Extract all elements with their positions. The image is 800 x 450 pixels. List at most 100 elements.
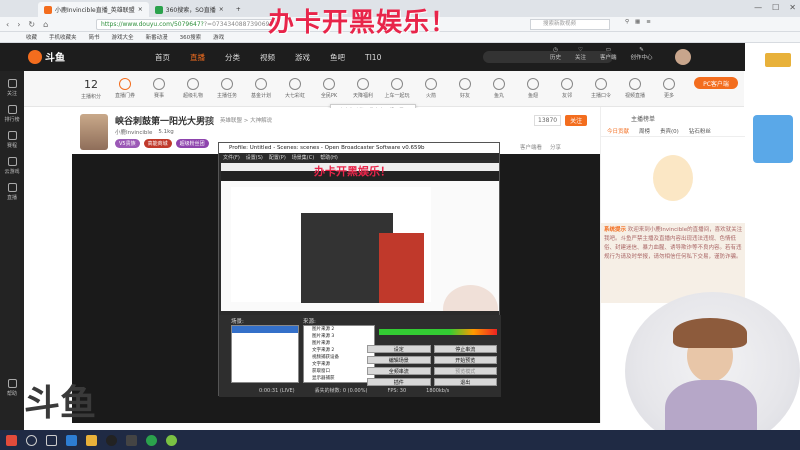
obs-menu-item[interactable]: 场景集(C) bbox=[292, 154, 314, 161]
feature-item[interactable]: 火箭 bbox=[414, 78, 448, 99]
sidebar-item-rank[interactable]: 排行榜 bbox=[0, 101, 24, 127]
fav-item[interactable]: 新番动漫 bbox=[146, 33, 168, 41]
folder-icon[interactable] bbox=[86, 434, 97, 446]
obs-menu-item[interactable]: 设置(S) bbox=[246, 154, 263, 161]
pc-client-button[interactable]: PC客户端 bbox=[694, 77, 738, 89]
source-item[interactable]: 获取窗口 bbox=[312, 368, 374, 375]
feature-item[interactable]: 主播任务 bbox=[210, 78, 244, 99]
client-button[interactable]: ▭ 客户端 bbox=[600, 47, 617, 61]
follow-button[interactable]: 关注 bbox=[565, 115, 588, 126]
sidebar-item-follow[interactable]: 关注 bbox=[0, 75, 24, 101]
close-icon[interactable]: × bbox=[138, 6, 143, 13]
sources-list[interactable]: 图片来源 2 图片来源 3 图片来源 文字来源 2 视频捕获设备 文字来源 获取… bbox=[303, 325, 375, 383]
browser-tab-active[interactable]: 小鹿Invincible直播_英雄联盟 × bbox=[38, 2, 149, 17]
feature-item[interactable]: 大七彩虹 bbox=[278, 78, 312, 99]
feature-item[interactable]: 全民PK bbox=[312, 78, 346, 99]
edge-icon[interactable] bbox=[66, 434, 77, 446]
url-input[interactable]: https://www.douyu.com/5079647??=07343408… bbox=[96, 19, 276, 30]
tab-vip[interactable]: 贵宾(0) bbox=[660, 127, 679, 135]
feature-item[interactable]: 主播口令 bbox=[584, 78, 618, 99]
sidebar-item-cloudgame[interactable]: 云游戏 bbox=[0, 153, 24, 179]
maximize-icon[interactable]: ☐ bbox=[772, 3, 779, 12]
source-item[interactable]: 视频捕获设备 bbox=[312, 354, 374, 361]
sidebar-item-schedule[interactable]: 赛程 bbox=[0, 127, 24, 153]
fav-item[interactable]: 360搜索 bbox=[180, 33, 202, 41]
menu-icon[interactable]: ≡ bbox=[646, 19, 651, 25]
feature-item[interactable]: 更多 bbox=[652, 78, 686, 99]
app-icon[interactable] bbox=[126, 434, 137, 446]
zoom-icon[interactable]: ⚲ bbox=[625, 19, 629, 25]
start-preview-button[interactable]: 开始预览 bbox=[433, 356, 497, 364]
creator-button[interactable]: ✎ 创作中心 bbox=[631, 47, 653, 61]
search-icon[interactable] bbox=[26, 434, 37, 446]
feature-item[interactable]: 上车一起玩 bbox=[380, 78, 414, 99]
nav-ti10[interactable]: TI10 bbox=[365, 53, 381, 62]
new-tab-button[interactable]: + bbox=[230, 2, 247, 17]
scene-item-selected[interactable] bbox=[232, 326, 298, 333]
feature-item[interactable]: 鱼翅 bbox=[516, 78, 550, 99]
user-avatar[interactable] bbox=[675, 49, 691, 65]
plugins-button[interactable]: 插件 bbox=[367, 378, 431, 386]
feature-item[interactable]: 直播门券 bbox=[108, 78, 142, 99]
source-item[interactable]: 文字来源 bbox=[312, 361, 374, 368]
extensions-icon[interactable]: ▦ bbox=[635, 19, 640, 25]
fav-item[interactable]: 收藏 bbox=[26, 33, 37, 41]
game-logo[interactable] bbox=[765, 53, 791, 69]
category-link[interactable]: 英雄联盟 > 大神解说 bbox=[220, 116, 272, 124]
source-item[interactable]: 图片来源 2 bbox=[312, 326, 374, 333]
nav-games[interactable]: 游戏 bbox=[295, 52, 310, 63]
fullscreen-stream-button[interactable]: 全频串流 bbox=[367, 367, 431, 375]
event-banner[interactable] bbox=[753, 115, 793, 163]
nav-fishbar[interactable]: 鱼吧 bbox=[330, 52, 345, 63]
tag-badge[interactable]: 超级粉丝团 bbox=[175, 139, 209, 148]
nav-home[interactable]: 首页 bbox=[155, 52, 170, 63]
preview-mode-button[interactable]: 预览模式 bbox=[433, 367, 497, 375]
close-window-icon[interactable]: ✕ bbox=[789, 3, 796, 12]
source-item[interactable]: 文字来源 2 bbox=[312, 347, 374, 354]
feature-item[interactable]: 基金计划 bbox=[244, 78, 278, 99]
nav-category[interactable]: 分类 bbox=[225, 52, 240, 63]
source-item[interactable]: 图片来源 bbox=[312, 340, 374, 347]
home-icon[interactable]: ⌂ bbox=[43, 20, 48, 29]
history-button[interactable]: ◷ 历史 bbox=[550, 47, 561, 61]
source-item[interactable]: 图片来源 3 bbox=[312, 333, 374, 340]
share-link[interactable]: 分享 bbox=[550, 143, 561, 151]
nav-live[interactable]: 直播 bbox=[190, 52, 205, 63]
settings-button[interactable]: 设定 bbox=[367, 345, 431, 353]
minimize-icon[interactable]: — bbox=[754, 3, 762, 12]
refresh-icon[interactable]: ↻ bbox=[28, 20, 35, 29]
feature-item[interactable]: 天降福利 bbox=[346, 78, 380, 99]
stop-stream-button[interactable]: 停止串流 bbox=[433, 345, 497, 353]
report-link[interactable]: 举报 bbox=[203, 116, 214, 124]
feature-item[interactable]: 超级礼物 bbox=[176, 78, 210, 99]
browser-search-input[interactable]: 搜索新款视频 bbox=[530, 19, 610, 30]
obs-menu-item[interactable]: 文件(F) bbox=[223, 154, 240, 161]
tab-today[interactable]: 今日贡献 bbox=[607, 127, 629, 135]
scenes-list[interactable] bbox=[231, 325, 299, 383]
browser-tab[interactable]: 360搜索，SO直播 × bbox=[149, 2, 230, 17]
tag-badge[interactable]: V5贵族 bbox=[115, 139, 140, 148]
score-item[interactable]: 12 主播积分 bbox=[74, 78, 108, 100]
feature-item[interactable]: 赛事 bbox=[142, 78, 176, 99]
back-icon[interactable]: ‹ bbox=[6, 20, 9, 29]
follow-list-button[interactable]: ♡ 关注 bbox=[575, 47, 586, 61]
edit-scene-button[interactable]: 编辑场景 bbox=[367, 356, 431, 364]
obs-menu-item[interactable]: 配置(P) bbox=[269, 154, 286, 161]
fav-item[interactable]: 简书 bbox=[89, 33, 100, 41]
tab-diamond[interactable]: 钻石粉丝 bbox=[689, 127, 711, 135]
obs-icon[interactable] bbox=[106, 434, 117, 446]
client-watch-link[interactable]: 客户端看 bbox=[520, 143, 542, 151]
nav-video[interactable]: 视频 bbox=[260, 52, 275, 63]
fav-item[interactable]: 手机收藏夹 bbox=[49, 33, 77, 41]
fav-item[interactable]: 游戏 bbox=[213, 33, 224, 41]
forward-icon[interactable]: › bbox=[17, 20, 20, 29]
exit-button[interactable]: 退出 bbox=[433, 378, 497, 386]
feature-item[interactable]: 好友 bbox=[448, 78, 482, 99]
feature-item[interactable]: 友邻 bbox=[550, 78, 584, 99]
windows-start-icon[interactable] bbox=[6, 434, 17, 446]
feature-item[interactable]: 视频直播 bbox=[618, 78, 652, 99]
douyu-logo[interactable]: 斗鱼 bbox=[28, 49, 65, 64]
sidebar-item-live[interactable]: 直播 bbox=[0, 179, 24, 205]
tag-badge[interactable]: 高能商城 bbox=[143, 139, 172, 148]
sidebar-item-help[interactable]: 帮助 bbox=[0, 375, 24, 401]
